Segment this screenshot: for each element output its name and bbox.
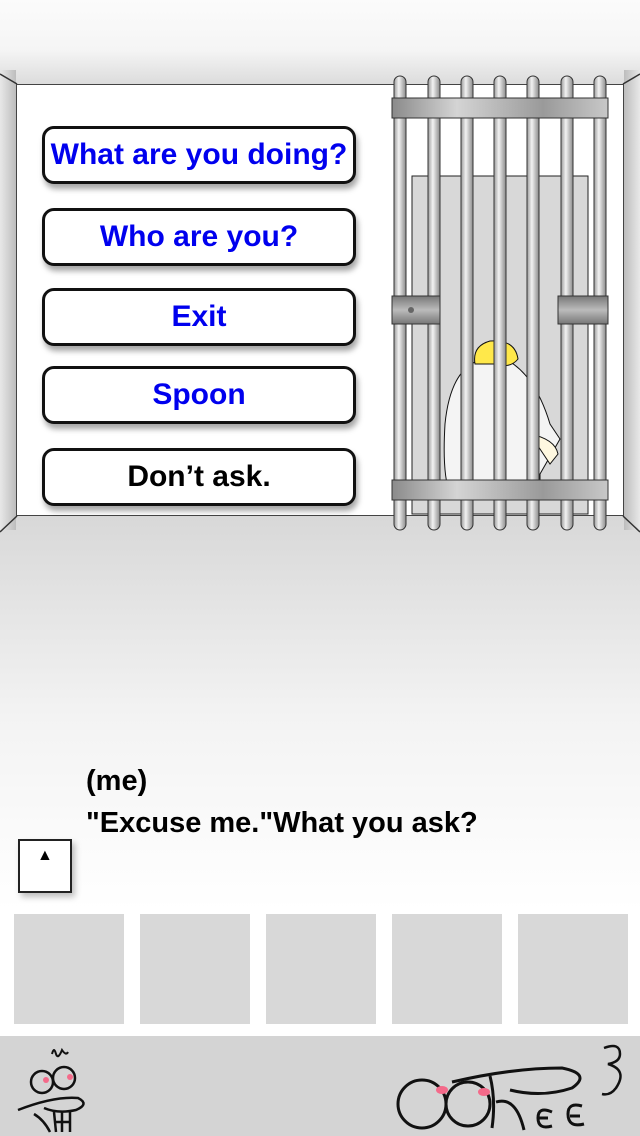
choice-spoon[interactable]: Spoon [42, 366, 356, 424]
inventory-slot[interactable] [518, 914, 628, 1024]
up-triangle-icon: ▲ [37, 847, 53, 864]
jail-cell[interactable] [390, 74, 610, 534]
floor [0, 516, 640, 910]
inventory-slot[interactable] [14, 914, 124, 1024]
log-button[interactable]: ▲ [18, 839, 72, 893]
choice-exit[interactable]: Exit [42, 288, 356, 346]
choice-dont-ask[interactable]: Don’t ask. [42, 448, 356, 506]
dialog-speaker: (me) [86, 765, 148, 797]
inventory-slot[interactable] [140, 914, 250, 1024]
character-face-logo[interactable] [14, 1040, 94, 1134]
choice-what-are-you-doing[interactable]: What are you doing? [42, 126, 356, 184]
footer-banner [0, 1036, 640, 1136]
ootree-logo[interactable] [392, 1040, 632, 1134]
inventory-slot[interactable] [266, 914, 376, 1024]
inventory-slot[interactable] [392, 914, 502, 1024]
choice-who-are-you[interactable]: Who are you? [42, 208, 356, 266]
dialog-box: (me) "Excuse me."What you ask? [86, 760, 478, 844]
dialog-text: "Excuse me."What you ask? [86, 807, 478, 839]
inventory-bar [0, 914, 640, 1024]
